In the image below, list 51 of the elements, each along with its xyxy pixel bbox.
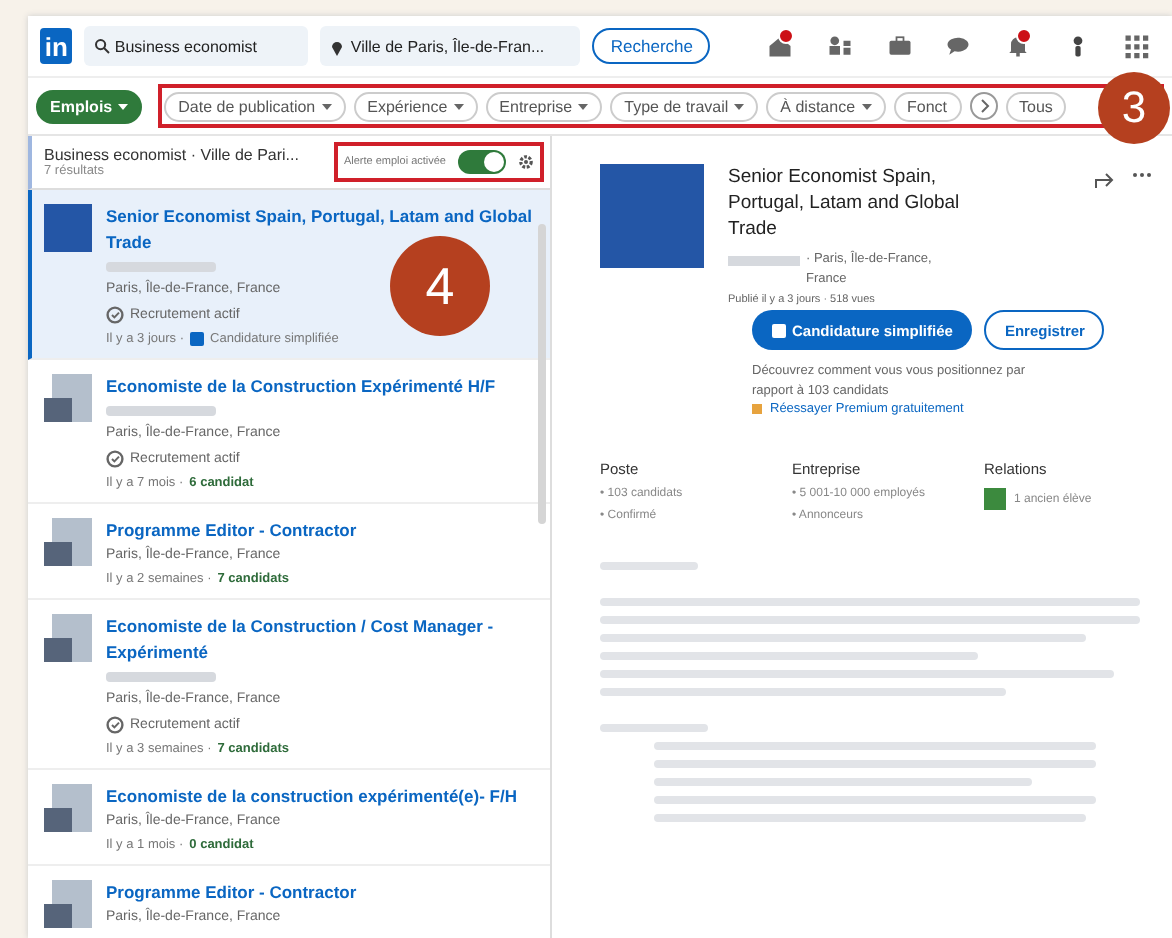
blurred-company-name bbox=[728, 256, 800, 266]
grid-icon[interactable] bbox=[1122, 32, 1151, 60]
job-title: Senior Economist Spain, Portugal, Latam and Global Trade bbox=[728, 164, 962, 242]
filter-chip[interactable]: Expérience bbox=[353, 91, 478, 121]
caret-icon bbox=[453, 103, 464, 109]
company-logo bbox=[600, 164, 704, 268]
company-logo bbox=[44, 880, 92, 928]
filter-chip[interactable]: Date de publication bbox=[164, 91, 346, 121]
location-field[interactable]: Ville de Paris, Île-de-Fran... bbox=[320, 26, 581, 66]
check-circle-icon bbox=[106, 716, 124, 734]
search-icon bbox=[94, 38, 111, 54]
search-title: Business economist · Ville de Pari... bbox=[44, 146, 299, 164]
filter-chip[interactable]: Tous bbox=[1005, 91, 1067, 121]
filter-chip[interactable]: Entreprise bbox=[485, 91, 603, 121]
job-title[interactable]: Economiste de la construction expérimenté(e)- F/H bbox=[106, 784, 517, 810]
caret-icon bbox=[578, 103, 589, 109]
job-title[interactable]: Economiste de la Construction Expérimenté H/F bbox=[106, 374, 496, 400]
filter-chip[interactable]: Fonct bbox=[893, 91, 962, 121]
people-icon[interactable] bbox=[825, 32, 854, 60]
filter-chip[interactable]: Type de travail bbox=[610, 91, 759, 121]
job-title[interactable]: Economiste de la Construction / Cost Manager - Expérimenté bbox=[106, 614, 534, 666]
filter-chip[interactable]: À distance bbox=[766, 91, 886, 121]
filter-chip[interactable]: Emplois bbox=[36, 89, 143, 123]
notification-dot bbox=[778, 28, 795, 44]
company-logo bbox=[44, 518, 92, 566]
location-pin-icon bbox=[330, 38, 345, 56]
share-icon[interactable] bbox=[1094, 172, 1116, 188]
caret-icon bbox=[118, 103, 129, 109]
search-button[interactable]: Recherche bbox=[592, 28, 711, 64]
caret-icon bbox=[321, 103, 332, 109]
company-logo bbox=[44, 784, 92, 832]
chat-icon[interactable] bbox=[944, 32, 973, 60]
company-logo bbox=[44, 614, 92, 662]
check-circle-icon bbox=[106, 306, 124, 324]
company-logo bbox=[44, 204, 92, 252]
alert-toggle[interactable] bbox=[458, 150, 506, 174]
scrollbar[interactable] bbox=[538, 224, 546, 524]
more-icon[interactable] bbox=[1132, 172, 1152, 178]
callout-marker: 3 bbox=[1098, 72, 1170, 144]
settings-icon[interactable] bbox=[518, 154, 534, 170]
check-circle-icon bbox=[106, 450, 124, 468]
notification-dot bbox=[1015, 28, 1032, 44]
job-title[interactable]: Programme Editor - Contractor bbox=[106, 518, 357, 544]
briefcase-icon[interactable] bbox=[885, 32, 914, 60]
linkedin-logo[interactable]: in bbox=[40, 28, 73, 64]
caret-icon bbox=[734, 103, 745, 109]
caret-icon bbox=[861, 103, 872, 109]
company-logo bbox=[44, 374, 92, 422]
job-title[interactable]: Programme Editor - Contractor bbox=[106, 880, 357, 906]
premium-icon bbox=[752, 404, 762, 414]
search-field[interactable]: Business economist bbox=[84, 26, 309, 66]
